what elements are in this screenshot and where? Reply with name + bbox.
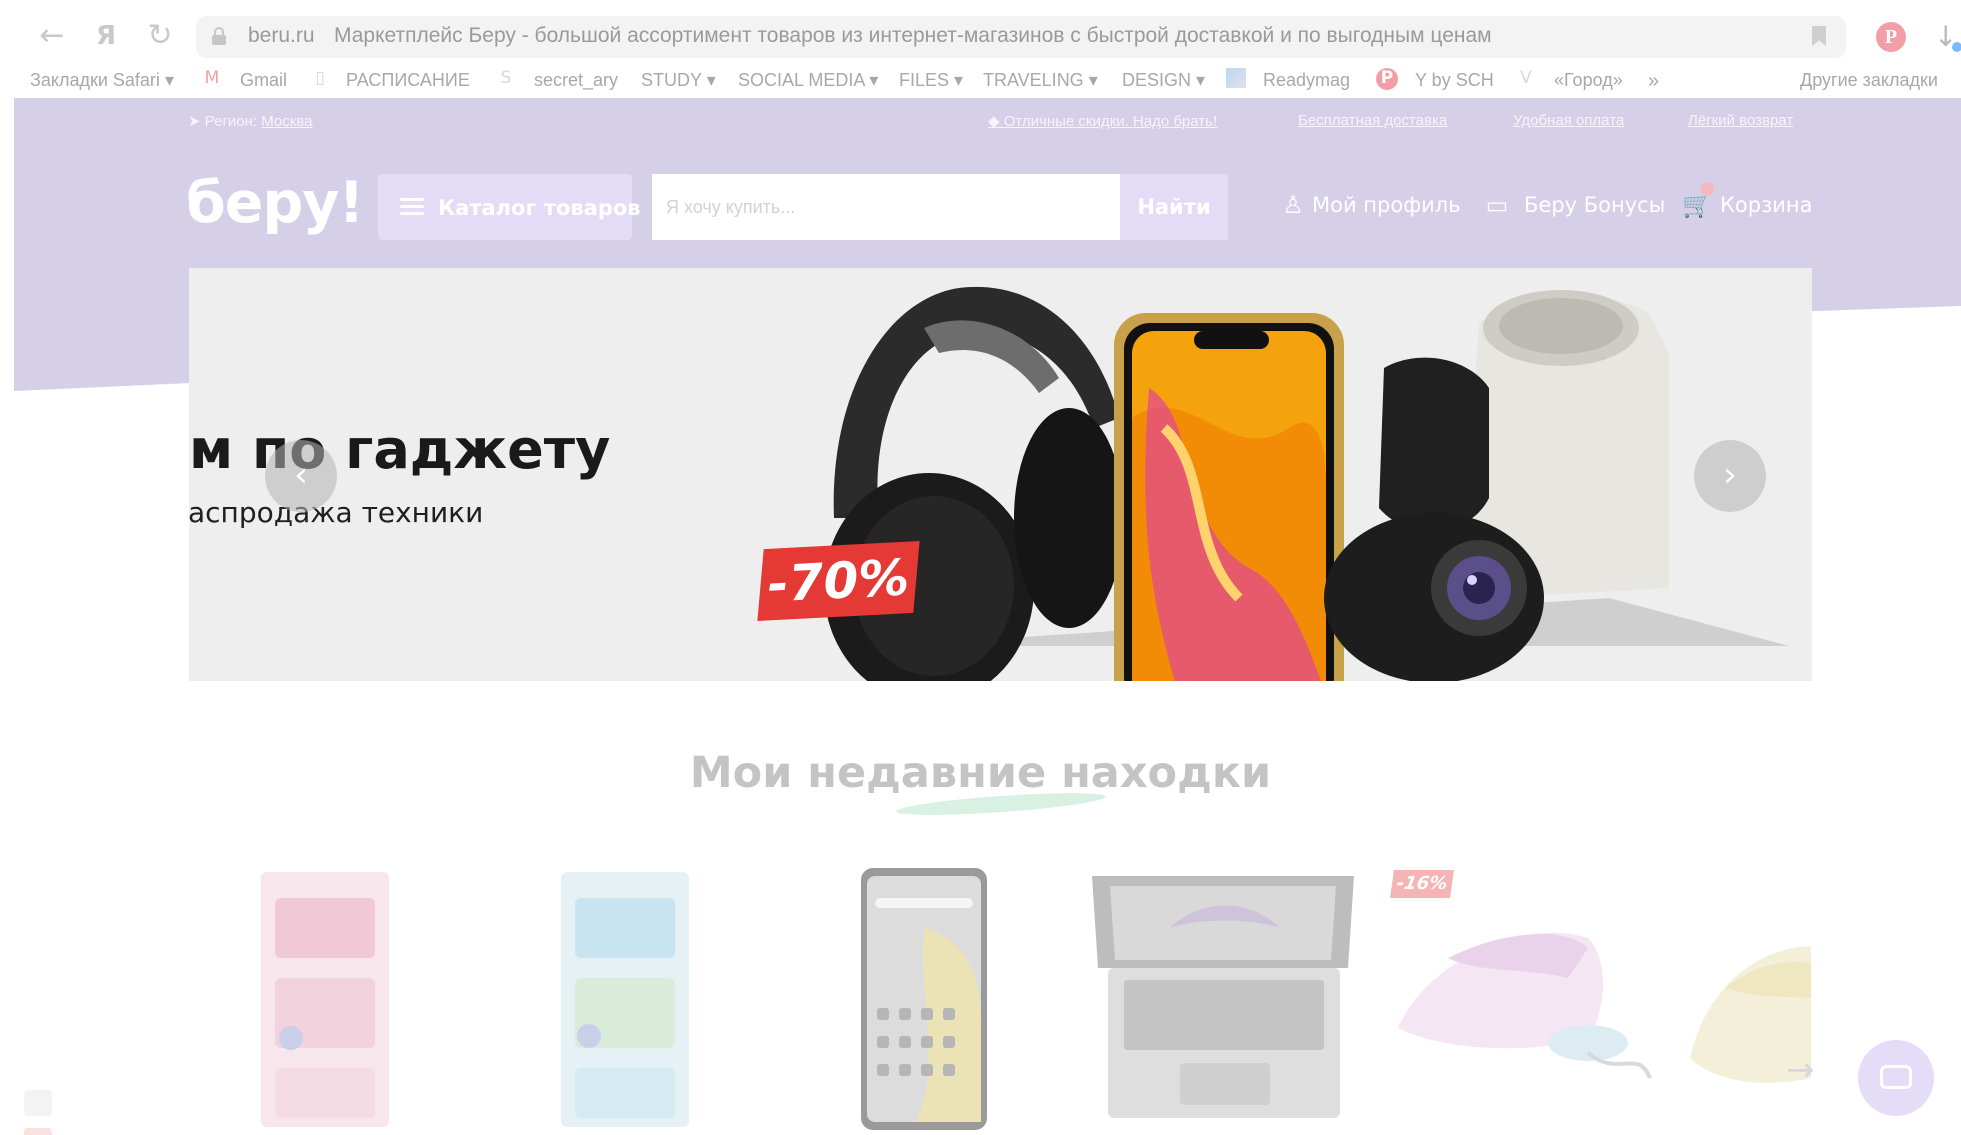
reload-icon[interactable]: ↻ (142, 18, 178, 54)
side-widget-2[interactable] (24, 1128, 52, 1135)
bookmark-gorod[interactable]: «Город» (1554, 70, 1623, 91)
bookmark-secret-ary[interactable]: secret_ary (534, 70, 618, 91)
bookmarks-bar (0, 60, 1961, 98)
search-button[interactable]: Найти (1120, 174, 1228, 240)
document-icon: ▯ (315, 68, 325, 88)
banner-discount-badge: -70% (757, 540, 920, 622)
bookmark-other[interactable]: Другие закладки (1800, 70, 1938, 91)
yandex-icon[interactable]: Я (88, 18, 124, 54)
bookmark-gmail[interactable]: Gmail (240, 70, 287, 91)
promo-link[interactable]: ◆ Отличные скидки. Надо брать! (988, 112, 1217, 130)
more-bookmarks-icon[interactable]: » (1648, 70, 1659, 93)
cart-count-badge (1700, 182, 1714, 196)
product-card-gloves-pink[interactable] (255, 868, 405, 1135)
user-icon: ♙ (1282, 191, 1304, 219)
product-card-smartphone[interactable] (855, 868, 995, 1135)
section-title: Мои недавние находки (689, 748, 1272, 798)
delivery-link[interactable]: Бесплатная доставка (1298, 112, 1447, 129)
product-image-smartphone (861, 868, 987, 1130)
pinterest-extension-icon[interactable]: P (1876, 22, 1906, 52)
bookmark-schedule[interactable]: РАСПИСАНИЕ (346, 70, 470, 91)
gmail-icon: M (204, 68, 220, 88)
readymag-icon: R (1226, 68, 1246, 88)
page: ← Я ↻ beru.ru Маркетплейс Беру - большой… (0, 0, 1961, 1135)
bookmark-study[interactable]: STUDY ▾ (641, 70, 716, 91)
url-page-title: Маркетплейс Беру - большой ассортимент т… (334, 24, 1492, 47)
region-selector[interactable]: ➤ Регион: Москва (188, 112, 312, 130)
carousel-prev-button[interactable]: ‹ (265, 440, 337, 512)
chat-button[interactable] (1858, 1040, 1934, 1116)
bookmark-traveling[interactable]: TRAVELING ▾ (983, 70, 1098, 91)
products-next-arrow-icon[interactable]: → (1786, 1050, 1815, 1090)
profile-link[interactable]: Мой профиль (1312, 193, 1461, 217)
banner-title: м по гаджету (189, 418, 611, 481)
banner-subtitle: аспродажа техники (188, 496, 484, 529)
pinterest-icon: P (1376, 68, 1398, 90)
cart-link[interactable]: Корзина (1720, 193, 1813, 217)
bookmark-design[interactable]: DESIGN ▾ (1122, 70, 1205, 91)
catalog-button[interactable]: Каталог товаров (378, 174, 641, 240)
bonus-icon: ▭ (1485, 191, 1509, 219)
back-arrow-icon[interactable]: ← (34, 18, 70, 54)
return-link[interactable]: Лёгкий возврат (1688, 112, 1793, 129)
bookmark-safari[interactable]: Закладки Safari ▾ (30, 70, 174, 91)
bookmark-readymag[interactable]: Readymag (1263, 70, 1350, 91)
site-logo[interactable]: беру! (186, 170, 364, 236)
product-image-iron-pink (1398, 932, 1652, 1079)
bonuses-link[interactable]: Беру Бонусы (1524, 193, 1665, 217)
product-discount-badge: -16% (1390, 870, 1454, 898)
payment-link[interactable]: Удобная оплата (1513, 112, 1624, 129)
download-icon[interactable]: ↓ (1934, 22, 1961, 54)
product-card-gloves-blue[interactable] (555, 868, 705, 1135)
side-widget[interactable] (24, 1090, 52, 1116)
bookmark-files[interactable]: FILES ▾ (899, 70, 963, 91)
catalog-button-label: Каталог товаров (438, 196, 641, 220)
chat-icon (1880, 1065, 1912, 1089)
product-image-gloves-blue (561, 872, 689, 1127)
menu-icon (400, 198, 424, 216)
product-card-laptop[interactable] (1090, 868, 1360, 1135)
bookmark-social-media[interactable]: SOCIAL MEDIA ▾ (738, 70, 878, 91)
lock-icon (212, 27, 226, 45)
carousel-next-button[interactable]: › (1694, 440, 1766, 512)
secret-ary-icon: S (500, 68, 512, 88)
product-image-gloves-pink (261, 872, 389, 1127)
search-input[interactable] (652, 174, 1120, 240)
bookmark-y-by-sch[interactable]: Y by SCH (1415, 70, 1494, 91)
product-card-iron-pink[interactable] (1388, 868, 1658, 1112)
url-domain: beru.ru (248, 24, 315, 47)
v-icon: V (1520, 68, 1532, 88)
product-image-laptop (1092, 876, 1354, 1118)
